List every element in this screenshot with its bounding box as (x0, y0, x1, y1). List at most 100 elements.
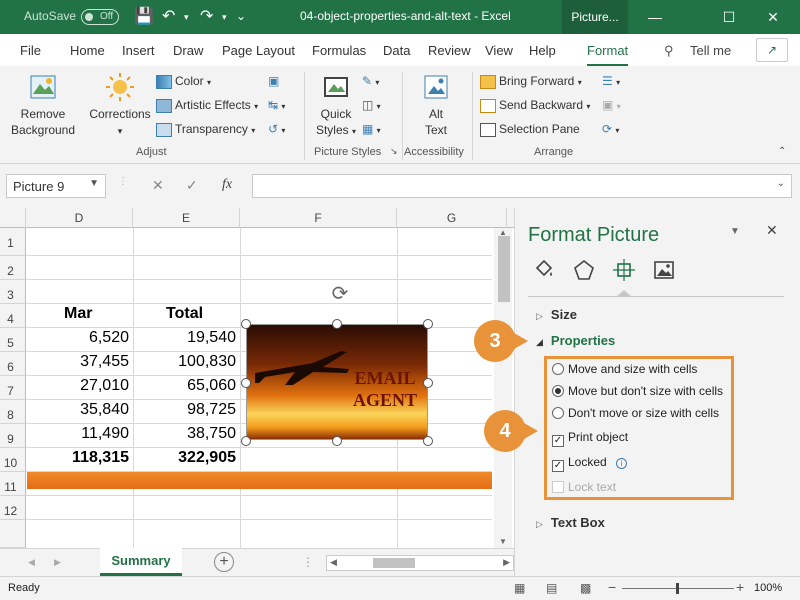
cell-e5[interactable]: 100,830 (134, 349, 240, 373)
insert-function-icon[interactable]: fx (222, 177, 232, 193)
selection-pane-button[interactable]: Selection Pane (480, 122, 580, 137)
tab-formulas[interactable]: Formulas (312, 43, 366, 58)
cell-d5[interactable]: 37,455 (27, 349, 133, 373)
picture-border-icon[interactable]: ✎ ▾ (362, 74, 379, 88)
cell-e3[interactable]: Total (162, 301, 240, 325)
corrections-button[interactable]: Corrections ▾ (86, 72, 154, 139)
change-picture-icon[interactable]: ↹ ▾ (268, 98, 285, 112)
cell-e9[interactable]: 322,905 (134, 445, 240, 469)
cell-d3[interactable]: Mar (60, 301, 133, 325)
rotate-icon[interactable]: ⟳ ▾ (602, 122, 619, 136)
tab-insert[interactable]: Insert (122, 43, 155, 58)
minimize-button[interactable]: — (632, 0, 678, 34)
select-all-corner[interactable] (0, 208, 26, 228)
tab-help[interactable]: Help (529, 43, 556, 58)
fill-line-icon[interactable] (532, 258, 556, 282)
tell-me-box[interactable]: Tell me (690, 43, 731, 58)
pane-close-icon[interactable]: ✕ (766, 222, 778, 239)
text-box-section-header[interactable]: ▷ Text Box (536, 515, 605, 530)
vertical-scroll-thumb[interactable] (498, 236, 510, 302)
cell-d8[interactable]: 11,490 (27, 421, 133, 445)
scroll-left-icon[interactable]: ◀ (330, 557, 337, 568)
zoom-level[interactable]: 100% (754, 582, 782, 594)
info-icon[interactable]: i (616, 458, 628, 469)
cell-d7[interactable]: 35,840 (27, 397, 133, 421)
picture-tools-tab[interactable]: Picture... (562, 0, 628, 34)
next-sheet-icon[interactable]: ▶ (54, 557, 61, 568)
tab-split-icon[interactable]: ⋮ (302, 555, 314, 569)
transparency-button[interactable]: Transparency ▾ (156, 122, 255, 137)
row-header[interactable]: 6 (0, 352, 26, 376)
resize-handle[interactable] (332, 436, 342, 446)
zoom-in-icon[interactable]: + (736, 579, 744, 595)
resize-handle[interactable] (241, 436, 251, 446)
resize-handle[interactable] (423, 436, 433, 446)
tab-view[interactable]: View (485, 43, 513, 58)
dialog-launcher-icon[interactable]: ↘ (390, 146, 398, 157)
compress-pictures-icon[interactable]: ▣ (268, 74, 279, 88)
cell-e7[interactable]: 98,725 (134, 397, 240, 421)
row-header[interactable] (0, 520, 26, 548)
effects-icon[interactable] (572, 258, 596, 282)
picture-icon[interactable] (652, 258, 676, 282)
row-header[interactable]: 8 (0, 400, 26, 424)
customize-qat-icon[interactable]: ⌄ (236, 9, 246, 23)
send-backward-button[interactable]: Send Backward ▾ (480, 98, 590, 113)
resize-handle[interactable] (241, 378, 251, 388)
picture-layout-icon[interactable]: ▦ ▾ (362, 122, 381, 136)
rotate-handle-icon[interactable]: ⟳ (328, 282, 352, 306)
properties-section-header[interactable]: ◢ Properties (536, 333, 615, 348)
row-header[interactable]: 1 (0, 228, 26, 256)
undo-dropdown-icon[interactable]: ▾ (184, 12, 189, 23)
tab-home[interactable]: Home (70, 43, 105, 58)
autosave-toggle[interactable]: Off (81, 9, 119, 25)
row-header[interactable]: 11 (0, 472, 26, 496)
resize-handle[interactable] (423, 319, 433, 329)
cell-e6[interactable]: 65,060 (134, 373, 240, 397)
pane-options-dropdown-icon[interactable]: ▼ (730, 226, 740, 237)
locked-option[interactable]: ✓ Locked i (552, 455, 628, 472)
picture-effects-icon[interactable]: ◫ ▾ (362, 98, 381, 112)
restore-button[interactable]: ☐ (706, 0, 752, 34)
move-dont-size-option[interactable]: Move but don't size with cells (552, 384, 723, 398)
normal-view-icon[interactable]: ▦ (514, 581, 525, 595)
column-header-d[interactable]: D (26, 208, 133, 228)
cell-d9[interactable]: 118,315 (27, 445, 133, 469)
resize-handle[interactable] (241, 319, 251, 329)
redo-dropdown-icon[interactable]: ▾ (222, 12, 227, 23)
print-object-option[interactable]: ✓ Print object (552, 430, 628, 447)
close-button[interactable]: ✕ (750, 0, 796, 34)
resize-handle[interactable] (423, 378, 433, 388)
scroll-down-icon[interactable]: ▼ (499, 537, 507, 546)
cell-e8[interactable]: 38,750 (134, 421, 240, 445)
row-header[interactable]: 4 (0, 304, 26, 328)
move-dont-size-radio[interactable] (552, 385, 564, 397)
dont-move-radio[interactable] (552, 407, 564, 419)
row-header[interactable]: 12 (0, 496, 26, 520)
remove-background-button[interactable]: Remove Background (8, 72, 78, 138)
tab-format[interactable]: Format (587, 43, 629, 66)
zoom-slider-thumb[interactable] (676, 583, 679, 594)
size-section-header[interactable]: ▷ Size (536, 307, 577, 322)
align-icon[interactable]: ☰ ▾ (602, 74, 620, 88)
collapse-ribbon-icon[interactable]: ⌃ (778, 146, 786, 157)
name-box-dropdown-icon[interactable]: ▼ (89, 178, 99, 189)
horizontal-scrollbar[interactable]: ◀ ▶ (326, 555, 514, 571)
scroll-right-icon[interactable]: ▶ (503, 557, 510, 568)
save-icon[interactable]: 💾 (134, 6, 154, 26)
enter-icon[interactable]: ✓ (186, 177, 198, 194)
dont-move-option[interactable]: Don't move or size with cells (552, 406, 719, 420)
column-header-f[interactable]: F (240, 208, 397, 228)
tab-data[interactable]: Data (383, 43, 410, 58)
column-header-e[interactable]: E (133, 208, 240, 228)
worksheet[interactable]: D E F G 1 2 3 4 5 6 7 8 9 10 11 12 Mar T… (0, 208, 514, 548)
cell-d6[interactable]: 27,010 (27, 373, 133, 397)
row-header[interactable]: 7 (0, 376, 26, 400)
reset-picture-icon[interactable]: ↺ ▾ (268, 122, 285, 136)
row-header[interactable]: 10 (0, 448, 26, 472)
row-header[interactable]: 2 (0, 256, 26, 280)
cancel-icon[interactable]: ✕ (152, 177, 164, 194)
row-header[interactable]: 9 (0, 424, 26, 448)
name-box[interactable]: Picture 9 ▼ (6, 174, 106, 198)
page-layout-view-icon[interactable]: ▤ (546, 581, 557, 595)
